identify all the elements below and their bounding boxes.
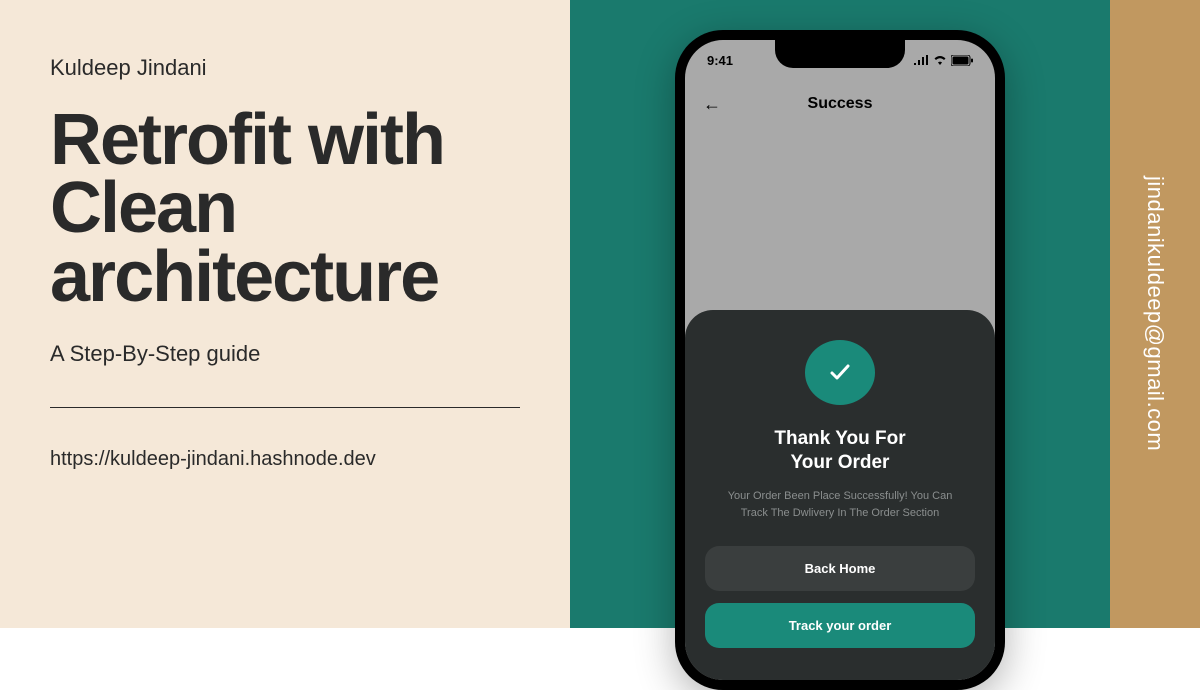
sheet-title-line: Your Order	[791, 452, 890, 473]
phone-notch	[775, 40, 905, 68]
right-panel: jindanikuldeep@gmail.com	[1110, 0, 1200, 628]
back-home-button[interactable]: Back Home	[705, 546, 975, 591]
author-name: Kuldeep Jindani	[50, 55, 520, 81]
battery-icon	[951, 55, 973, 66]
success-check-icon	[805, 340, 875, 405]
blog-url: https://kuldeep-jindani.hashnode.dev	[50, 448, 520, 471]
success-sheet: Thank You For Your Order Your Order Been…	[685, 310, 995, 680]
track-order-button[interactable]: Track your order	[705, 603, 975, 648]
status-time: 9:41	[707, 53, 733, 68]
sheet-title-line: Thank You For	[774, 428, 905, 449]
divider	[50, 407, 520, 408]
phone-screen: 9:41 ← Success Thank You For Your Order	[685, 40, 995, 680]
phone-frame: 9:41 ← Success Thank You For Your Order	[675, 30, 1005, 690]
article-title: Retrofit with Clean architecture	[50, 106, 520, 311]
phone-mockup-panel: 9:41 ← Success Thank You For Your Order	[570, 0, 1110, 628]
left-panel: Kuldeep Jindani Retrofit with Clean arch…	[0, 0, 570, 628]
sheet-description: Your Order Been Place Successfully! You …	[705, 488, 975, 521]
app-header: ← Success	[685, 80, 995, 128]
article-subtitle: A Step-By-Step guide	[50, 341, 520, 367]
wifi-icon	[933, 55, 947, 65]
signal-icon	[914, 55, 929, 65]
back-arrow-icon[interactable]: ←	[703, 94, 721, 115]
contact-email: jindanikuldeep@gmail.com	[1142, 176, 1168, 451]
sheet-title: Thank You For Your Order	[774, 427, 905, 476]
status-indicators	[914, 55, 973, 66]
screen-title: Success	[808, 95, 873, 113]
title-line: architecture	[50, 237, 438, 317]
